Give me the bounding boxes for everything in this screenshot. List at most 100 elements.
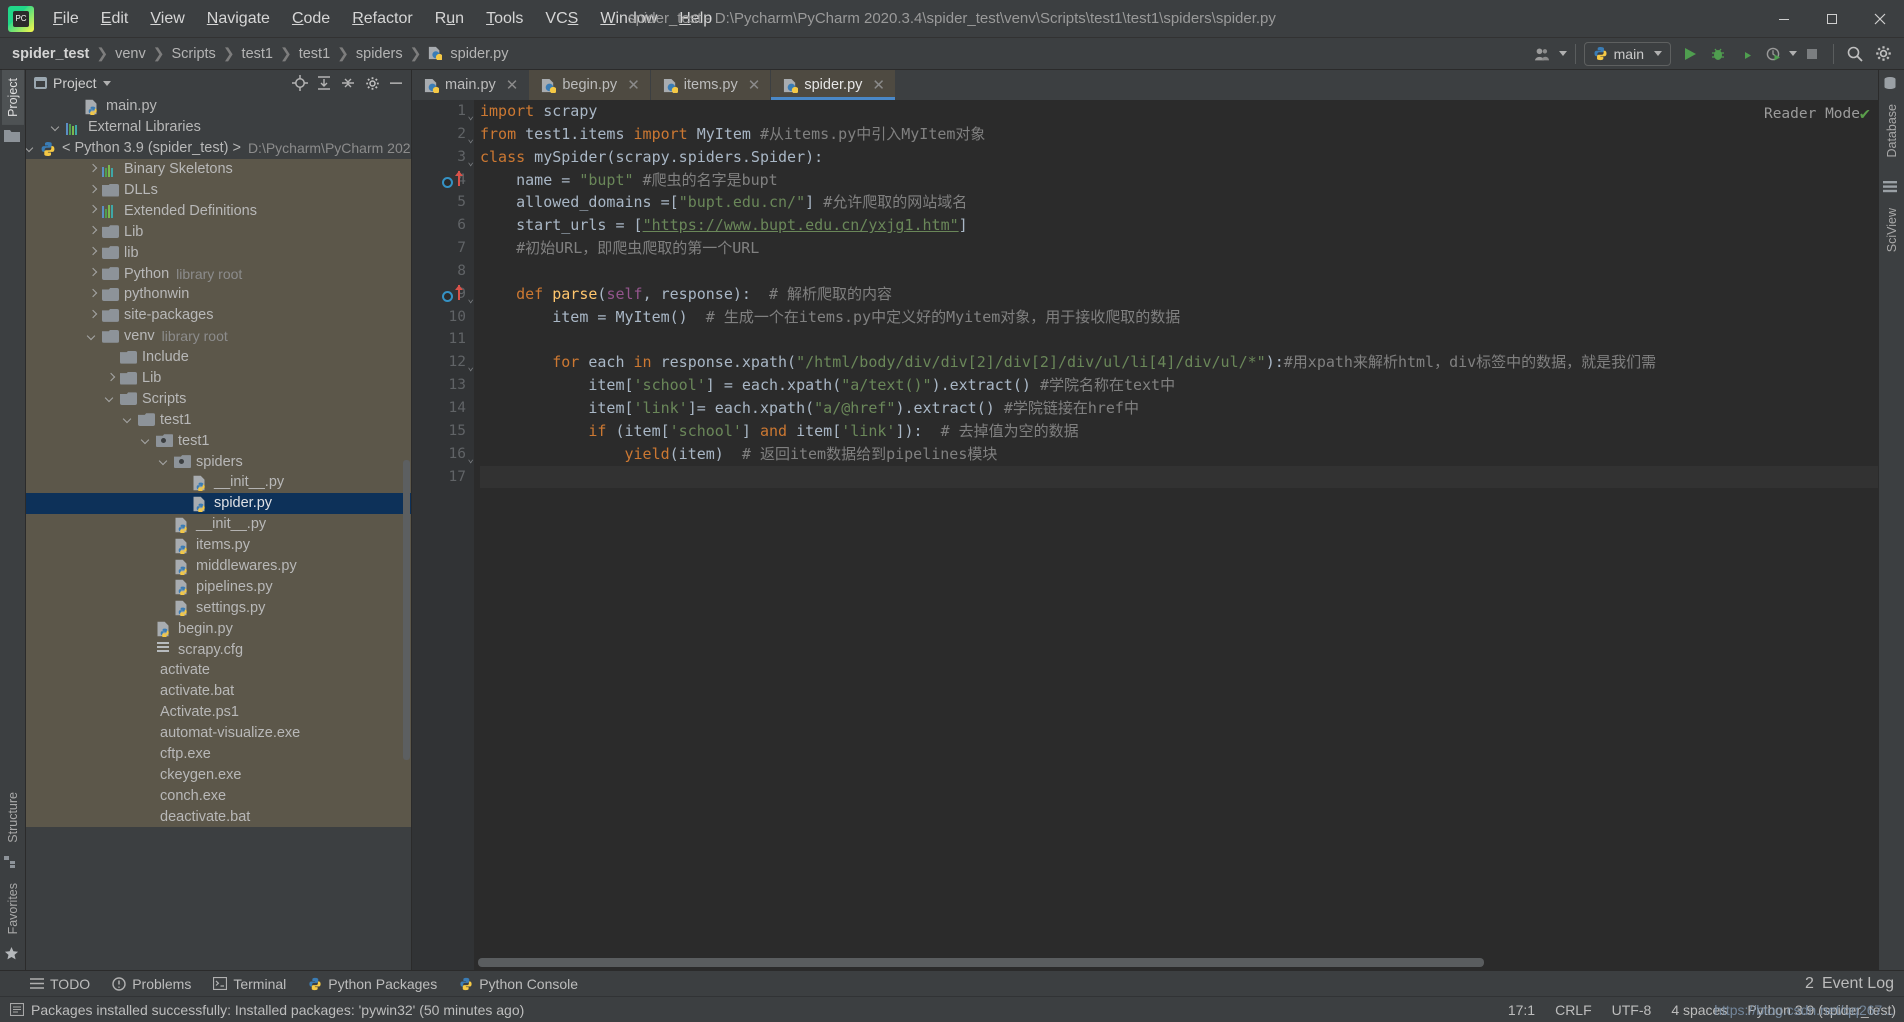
code-line[interactable] xyxy=(480,328,1878,351)
editor-tab-main-py[interactable]: main.py ✕ xyxy=(412,70,529,100)
tree-row[interactable]: < Python 3.9 (spider_test) > D:\Pycharm\P… xyxy=(26,138,411,159)
chevron-down-icon[interactable] xyxy=(160,456,171,467)
breadcrumb-item-4[interactable]: test1 xyxy=(295,44,334,64)
tree-row[interactable]: Scripts xyxy=(26,388,411,409)
gutter-line[interactable]: 13 xyxy=(412,374,474,397)
code-fold-icon[interactable]: ⌄ xyxy=(464,448,474,460)
run-with-coverage-button[interactable] xyxy=(1733,41,1759,67)
menu-tools[interactable]: Tools xyxy=(475,6,534,32)
gutter-line[interactable]: 15 xyxy=(412,420,474,443)
code-line[interactable]: name = "bupt" #爬虫的名字是bupt xyxy=(480,169,1878,192)
profile-button[interactable] xyxy=(1761,41,1787,67)
editor-tab-spider-py[interactable]: spider.py ✕ xyxy=(771,70,896,100)
run-to-line-arrow-icon[interactable] xyxy=(458,285,460,300)
window-controls[interactable] xyxy=(1760,0,1904,38)
tree-row[interactable]: cftp.exe xyxy=(26,744,411,765)
code-fold-icon[interactable]: ⌄ xyxy=(464,105,474,117)
menu-edit[interactable]: Edit xyxy=(90,6,140,32)
toolwindow-terminal[interactable]: Terminal xyxy=(213,976,286,992)
project-tree-scrollbar[interactable] xyxy=(403,460,410,760)
gutter-line[interactable]: 6 xyxy=(412,214,474,237)
close-button[interactable] xyxy=(1856,0,1904,38)
breadcrumb-item-5[interactable]: spiders xyxy=(352,44,407,64)
sidebar-tab-favorites[interactable]: Favorites xyxy=(2,875,24,942)
select-opened-file-icon[interactable] xyxy=(289,72,311,94)
breadcrumb-item-3[interactable]: test1 xyxy=(238,44,277,64)
chevron-down-icon[interactable] xyxy=(88,331,99,342)
project-settings-gear-icon[interactable] xyxy=(361,72,383,94)
event-log-label[interactable]: Event Log xyxy=(1822,975,1894,993)
chevron-right-icon[interactable] xyxy=(88,205,99,216)
code-line[interactable]: import scrapy xyxy=(480,100,1878,123)
tree-row[interactable]: __init__.py xyxy=(26,472,411,493)
right-tool-strip[interactable]: Database SciView xyxy=(1878,70,1904,970)
tree-row[interactable]: spiders xyxy=(26,451,411,472)
gutter-line[interactable]: 16 ⌄ xyxy=(412,443,474,466)
tool-window-bar[interactable]: TODO Problems Terminal Python Packages P… xyxy=(0,970,1904,996)
sidebar-tab-sciview[interactable]: SciView xyxy=(1881,200,1903,260)
project-panel-title-group[interactable]: Project xyxy=(34,75,111,91)
tree-row[interactable]: Python library root xyxy=(26,263,411,284)
sciview-panel-icon[interactable] xyxy=(1883,180,1901,196)
menu-help[interactable]: Help xyxy=(668,6,723,32)
gutter-line[interactable]: 4 xyxy=(412,169,474,192)
tree-row[interactable]: activate.bat xyxy=(26,681,411,702)
run-button[interactable] xyxy=(1677,41,1703,67)
debug-button[interactable] xyxy=(1705,41,1731,67)
tree-row[interactable]: test1 xyxy=(26,409,411,430)
code-line[interactable]: item['school'] = each.xpath("a/text()").… xyxy=(480,374,1878,397)
editor-scroll-thumb[interactable] xyxy=(478,958,1484,967)
breadcrumb-item-6[interactable]: spider.py xyxy=(424,44,512,64)
reader-mode-label[interactable]: Reader Mode xyxy=(1764,106,1860,122)
chevron-right-icon[interactable] xyxy=(88,185,99,196)
search-everywhere-icon[interactable] xyxy=(1842,41,1868,67)
tree-row[interactable]: main.py xyxy=(26,96,411,117)
code-fold-icon[interactable]: ⌄ xyxy=(464,128,474,140)
breadcrumb[interactable]: spider_test ❯ venv ❯ Scripts ❯ test1 ❯ t… xyxy=(8,44,512,64)
user-account-icon[interactable] xyxy=(1531,41,1557,67)
chevron-right-icon[interactable] xyxy=(88,247,99,258)
tree-row[interactable]: pipelines.py xyxy=(26,576,411,597)
project-tree[interactable]: main.py External Libraries < Python 3.9 (s… xyxy=(26,96,411,970)
menu-view[interactable]: View xyxy=(139,6,195,32)
chevron-down-icon[interactable] xyxy=(142,435,153,446)
chevron-down-icon[interactable] xyxy=(106,393,117,404)
tree-row[interactable]: Include xyxy=(26,347,411,368)
editor-tab-items-py[interactable]: items.py ✕ xyxy=(651,70,772,100)
tree-row[interactable]: settings.py xyxy=(26,597,411,618)
code-line[interactable] xyxy=(480,466,1878,489)
editor-gutter[interactable]: 1 ⌄ 2 ⌄ 3 ⌄ 4 5 6 7 8 9 ⌄ 10 11 12 ⌄ 13 14 15 16 ⌄ 17 xyxy=(412,100,474,970)
tree-row[interactable]: automat-visualize.exe xyxy=(26,723,411,744)
code-line[interactable]: class mySpider(scrapy.spiders.Spider): xyxy=(480,146,1878,169)
editor-tab-bar[interactable]: main.py ✕ begin.py ✕ items.py ✕ spider.p… xyxy=(412,70,1878,100)
left-tool-strip[interactable]: Project Structure Favorites xyxy=(0,70,26,970)
menu-vcs[interactable]: VCS xyxy=(534,6,589,32)
code-line[interactable]: def parse(self, response): # 解析爬取的内容 xyxy=(480,283,1878,306)
gutter-line[interactable]: 9 ⌄ xyxy=(412,283,474,306)
gutter-line[interactable]: 7 xyxy=(412,237,474,260)
gutter-line[interactable]: 8 xyxy=(412,260,474,283)
stop-button[interactable] xyxy=(1799,41,1825,67)
gutter-line[interactable]: 1 ⌄ xyxy=(412,100,474,123)
status-interpreter[interactable]: Python 3.9 (spider_test) xyxy=(1747,1002,1896,1018)
tree-row[interactable]: DLLs xyxy=(26,180,411,201)
hide-panel-icon[interactable] xyxy=(385,72,407,94)
gutter-line[interactable]: 17 xyxy=(412,466,474,489)
editor-tab-begin-py[interactable]: begin.py ✕ xyxy=(529,70,650,100)
tree-row[interactable]: Lib xyxy=(26,221,411,242)
sidebar-tab-project[interactable]: Project xyxy=(2,70,24,125)
chevron-right-icon[interactable] xyxy=(88,226,99,237)
menu-file[interactable]: FFileile xyxy=(42,6,90,32)
menu-window[interactable]: Window xyxy=(589,6,668,32)
inspections-ok-icon[interactable]: ✔ xyxy=(1860,104,1870,124)
breadcrumb-item-1[interactable]: venv xyxy=(111,44,150,64)
sidebar-tab-structure[interactable]: Structure xyxy=(2,784,24,851)
menu-code[interactable]: Code xyxy=(281,6,341,32)
tree-row[interactable]: Extended Definitions xyxy=(26,200,411,221)
code-fold-icon[interactable]: ⌄ xyxy=(464,356,474,368)
status-indent[interactable]: 4 spaces xyxy=(1671,1002,1727,1018)
code-content[interactable]: import scrapy from test1.items import MyI… xyxy=(474,100,1878,970)
code-line[interactable] xyxy=(480,260,1878,283)
tree-row[interactable]: activate xyxy=(26,660,411,681)
sidebar-tab-database[interactable]: Database xyxy=(1881,96,1903,166)
